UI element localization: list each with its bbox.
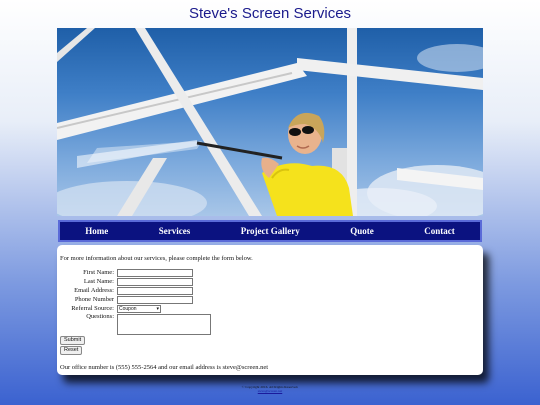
referral-row: Referral Source: Coupon ▾ (60, 304, 480, 313)
content-panel: For more information about our services,… (57, 245, 483, 375)
footer: © Copyright 2016. All Rights Reserved. s… (0, 385, 540, 393)
email-row: Email Address: (60, 286, 480, 295)
nav-quote[interactable]: Quote (350, 226, 374, 236)
email-input[interactable] (117, 286, 193, 295)
last-name-row: Last Name: (60, 277, 480, 286)
hero-image (57, 28, 483, 216)
questions-row: Questions: (60, 313, 480, 336)
first-name-label: First Name: (83, 269, 114, 276)
main-nav: Home Services Project Gallery Quote Cont… (58, 220, 482, 242)
footer-email-link[interactable]: steve@screen.net (0, 389, 540, 393)
reset-button[interactable]: Reset (60, 346, 83, 355)
intro-text: For more information about our services,… (60, 255, 253, 262)
office-info-text: Our office number is (555) 555-2564 and … (60, 364, 269, 371)
nav-services[interactable]: Services (159, 226, 191, 236)
email-label: Email Address: (74, 287, 114, 294)
chevron-down-icon: ▾ (156, 305, 159, 312)
site-title: Steve's Screen Services (188, 5, 352, 22)
last-name-input[interactable] (117, 277, 193, 286)
referral-label: Referral Source: (71, 305, 114, 312)
nav-contact[interactable]: Contact (424, 226, 455, 236)
referral-select[interactable]: Coupon ▾ (117, 304, 161, 313)
submit-button[interactable]: Submit (60, 336, 86, 345)
questions-textarea[interactable] (117, 314, 211, 335)
last-name-label: Last Name: (83, 278, 114, 285)
phone-row: Phone Number (60, 295, 480, 304)
nav-home[interactable]: Home (85, 226, 108, 236)
phone-input[interactable] (117, 295, 193, 304)
questions-label: Questions: (86, 313, 114, 320)
nav-project-gallery[interactable]: Project Gallery (241, 226, 300, 236)
referral-value: Coupon (119, 305, 137, 312)
first-name-input[interactable] (117, 268, 193, 277)
first-name-row: First Name: (60, 268, 480, 277)
phone-label: Phone Number (74, 296, 114, 303)
